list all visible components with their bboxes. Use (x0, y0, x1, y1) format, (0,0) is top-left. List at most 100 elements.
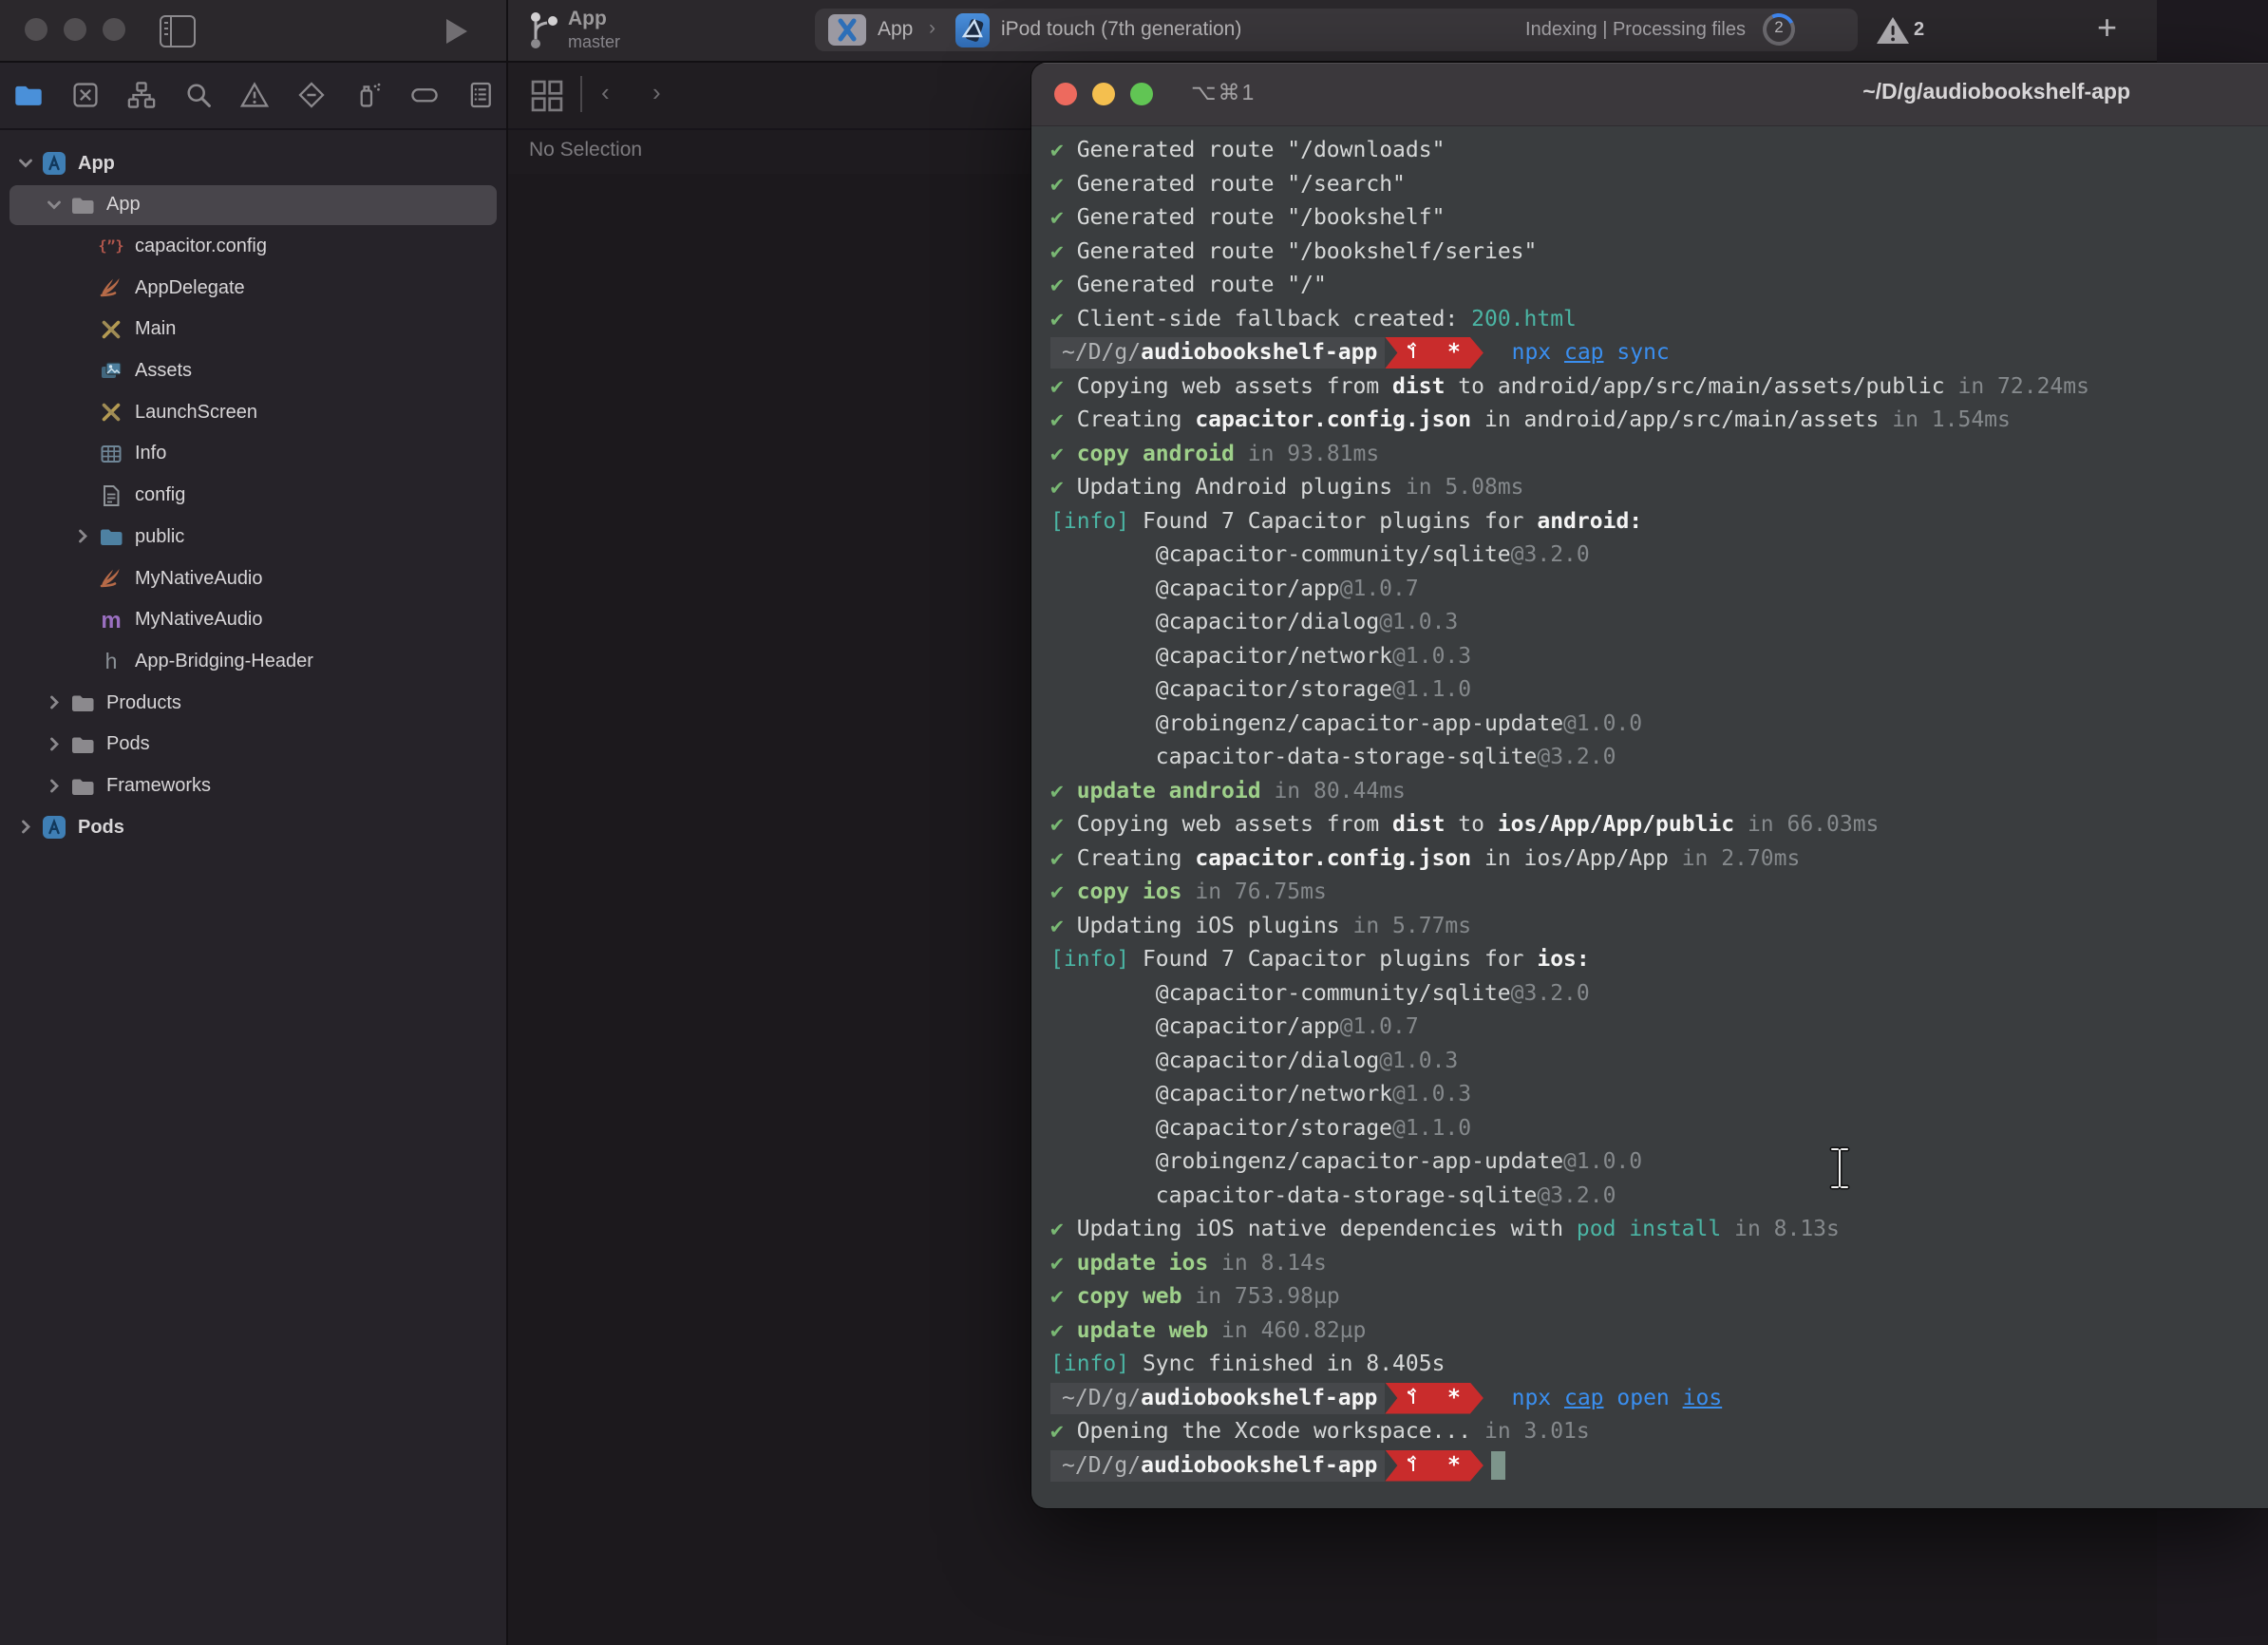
disclosure-down-icon[interactable] (11, 150, 40, 177)
terminal-line: @capacitor/dialog@1.0.3 (1050, 606, 2089, 640)
terminal-line: ✔ Generated route "/bookshelf/series" (1050, 236, 2089, 270)
terminal-line: ✔ Updating iOS native dependencies with … (1050, 1213, 2089, 1247)
disclosure-right-icon[interactable] (40, 690, 68, 716)
tree-item-label: Info (135, 443, 166, 464)
destination-device-icon[interactable] (955, 13, 990, 47)
swift-file-icon (97, 565, 125, 592)
tree-item-app[interactable]: App (0, 142, 506, 184)
tree-item-appdelegate[interactable]: AppDelegate (0, 267, 506, 309)
disclosure-right-icon[interactable] (40, 773, 68, 800)
tree-item-pods[interactable]: Pods (0, 806, 506, 848)
tree-item-mynativeaudio[interactable]: m MyNativeAudio (0, 599, 506, 641)
window-minimize-button[interactable] (64, 18, 86, 41)
tree-item-label: Pods (78, 817, 124, 839)
tree-item-label: App (78, 153, 115, 175)
disclosure-spacer (68, 565, 97, 592)
terminal-body[interactable]: ✔ Generated route "/downloads"✔ Generate… (1031, 126, 2268, 1508)
terminal-line: ✔ Updating Android plugins in 5.08ms (1050, 471, 2089, 505)
disclosure-right-icon[interactable] (40, 731, 68, 758)
tree-item-info[interactable]: Info (0, 433, 506, 475)
tree-item-label: public (135, 526, 184, 548)
scheme-separator: › (929, 17, 936, 40)
tree-item-app[interactable]: App (0, 184, 506, 226)
doc-file-icon (97, 482, 125, 509)
terminal-line: ✔ update ios in 8.14s (1050, 1247, 2089, 1281)
disclosure-right-icon[interactable] (68, 523, 97, 550)
terminal-line: @capacitor/app@1.0.7 (1050, 573, 2089, 607)
terminal-zoom-button[interactable] (1130, 83, 1153, 105)
terminal-line: ✔ copy web in 753.98µp (1050, 1280, 2089, 1314)
search-icon[interactable] (183, 80, 214, 110)
jumpbar-no-selection-label: No Selection (529, 139, 642, 161)
project-navigator: App App {”}capacitor.config AppDelegate Ma… (0, 130, 506, 1645)
add-tab-button[interactable]: + (2097, 8, 2117, 47)
terminal-minimize-button[interactable] (1092, 83, 1115, 105)
editor-grid-icon[interactable] (529, 78, 565, 114)
back-chevron-icon[interactable]: ‹ (601, 78, 610, 107)
disclosure-spacer (68, 233, 97, 259)
terminal-line: @robingenz/capacitor-app-update@1.0.0 (1050, 708, 2089, 742)
play-icon (439, 15, 471, 47)
tree-item-main[interactable]: Main (0, 309, 506, 350)
reports-icon[interactable] (465, 80, 496, 110)
tree-item-products[interactable]: Products (0, 682, 506, 724)
terminal-line: @capacitor-community/sqlite@3.2.0 (1050, 539, 2089, 573)
terminal-line: ✔ Generated route "/bookshelf" (1050, 201, 2089, 236)
scheme-branch-display[interactable]: App master (524, 8, 771, 55)
terminal-line: ✔ copy android in 93.81ms (1050, 438, 2089, 472)
project-navigator-folder-icon[interactable] (13, 80, 44, 110)
warnings-indicator[interactable]: 2 (1876, 15, 1942, 49)
symbols-icon[interactable] (126, 80, 157, 110)
plist-file-icon (97, 441, 125, 467)
terminal-titlebar[interactable]: ⌥⌘1 ~/D/g/audiobookshelf-app (1031, 63, 2268, 126)
tree-item-launchscreen[interactable]: LaunchScreen (0, 391, 506, 433)
source-control-icon[interactable] (70, 80, 101, 110)
sb-file-icon (97, 399, 125, 425)
folderBlue-file-icon (97, 523, 125, 550)
scheme-and-activity-pill[interactable]: App › iPod touch (7th generation) Indexi… (815, 9, 1858, 51)
tree-item-label: MyNativeAudio (135, 609, 263, 631)
tree-item-frameworks[interactable]: Frameworks (0, 766, 506, 807)
xcode-toolbar: App master App › iPod touch (7th generat… (0, 0, 2157, 63)
terminal-window-shortcut: ⌥⌘1 (1191, 80, 1256, 105)
terminal-line: [info] Sync finished in 8.405s (1050, 1348, 2089, 1382)
forward-chevron-icon[interactable]: › (652, 78, 661, 107)
window-close-button[interactable] (25, 18, 47, 41)
issues-icon[interactable] (239, 80, 270, 110)
tree-item-app-bridging-header[interactable]: hApp-Bridging-Header (0, 640, 506, 682)
folder-file-icon (68, 773, 97, 800)
tree-item-label: Pods (106, 733, 150, 755)
hdr-file-icon: h (97, 648, 125, 674)
terminal-close-button[interactable] (1054, 83, 1077, 105)
tree-item-public[interactable]: public (0, 516, 506, 558)
disclosure-down-icon[interactable] (40, 192, 68, 218)
tree-item-assets[interactable]: Assets (0, 350, 506, 392)
scheme-branch-name: master (568, 32, 620, 52)
disclosure-right-icon[interactable] (11, 814, 40, 841)
disclosure-spacer (68, 482, 97, 509)
activity-task-count: 2 (1763, 18, 1795, 37)
terminal-line: ~/D/g/audiobookshelf-app * npx cap sync (1050, 336, 2089, 370)
tests-icon[interactable] (296, 80, 327, 110)
tree-item-pods[interactable]: Pods (0, 724, 506, 766)
run-button[interactable] (439, 15, 471, 52)
tree-item-capacitor.config[interactable]: {”}capacitor.config (0, 225, 506, 267)
window-zoom-button[interactable] (103, 18, 125, 41)
objc-file-icon: m (97, 607, 125, 633)
terminal-line: capacitor-data-storage-sqlite@3.2.0 (1050, 1180, 2089, 1214)
tree-item-config[interactable]: config (0, 475, 506, 517)
scheme-target-label[interactable]: App (878, 18, 913, 41)
terminal-line: @capacitor-community/sqlite@3.2.0 (1050, 977, 2089, 1012)
breakpoints-icon[interactable] (409, 80, 440, 110)
terminal-line: ✔ Creating capacitor.config.json in ios/… (1050, 842, 2089, 877)
sidebar-toggle-icon[interactable] (160, 15, 196, 47)
terminal-line: [info] Found 7 Capacitor plugins for ios… (1050, 943, 2089, 977)
scheme-destination-label[interactable]: iPod touch (7th generation) (1001, 18, 1241, 41)
tree-item-mynativeaudio[interactable]: MyNativeAudio (0, 558, 506, 599)
xcode-scheme-icon[interactable] (828, 14, 866, 46)
tree-item-label: App (106, 194, 141, 216)
debug-icon[interactable] (352, 80, 383, 110)
assets-file-icon (97, 358, 125, 385)
terminal-line: ✔ update web in 460.82µp (1050, 1314, 2089, 1349)
terminal-line: @capacitor/storage@1.1.0 (1050, 673, 2089, 708)
